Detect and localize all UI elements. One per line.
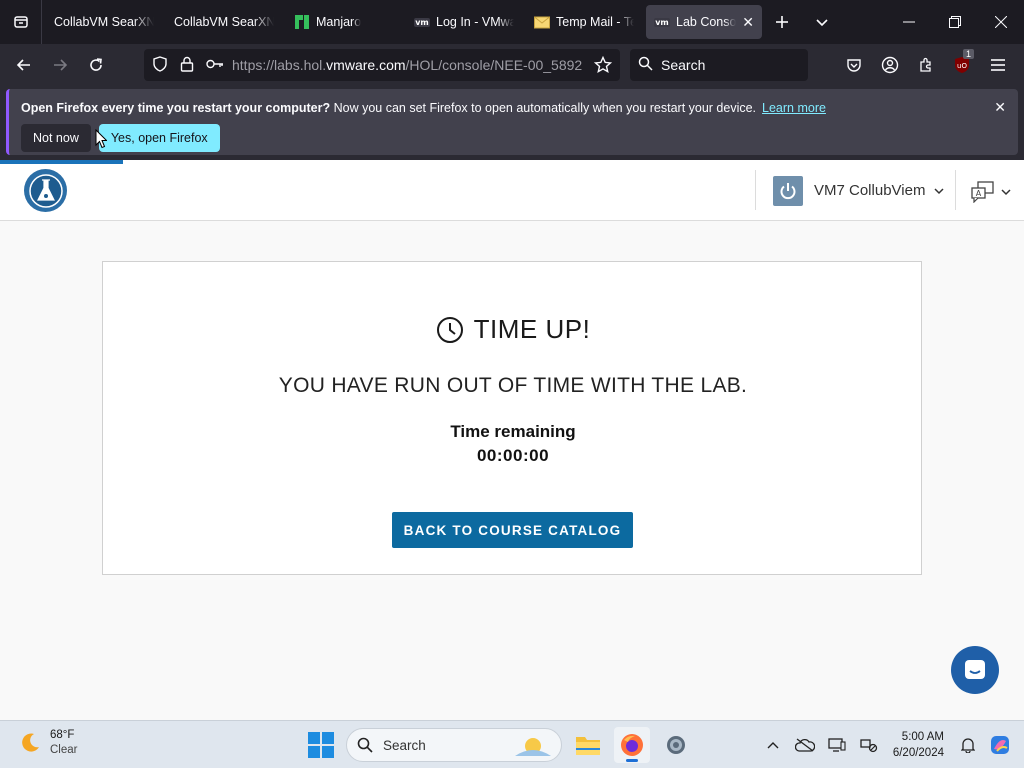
tab-manjaro[interactable]: Manjaro [286, 5, 402, 39]
back-arrow-icon[interactable] [6, 49, 42, 81]
time-up-card: TIME UP! YOU HAVE RUN OUT OF TIME WITH T… [102, 261, 922, 575]
time-up-heading: TIME UP! [103, 314, 923, 345]
mouse-cursor-icon [95, 129, 107, 149]
learn-more-link[interactable]: Learn more [762, 101, 826, 115]
lab-progress-bar [0, 160, 123, 164]
new-tab-icon[interactable] [762, 0, 802, 44]
tab-title: Lab Console [676, 15, 737, 29]
chat-icon [965, 660, 985, 679]
search-icon [357, 737, 373, 753]
vm-favicon-icon: vm [414, 17, 430, 27]
tab-list-icon[interactable] [0, 0, 42, 44]
url-text[interactable]: https://labs.hol.vmware.com/HOL/console/… [232, 57, 582, 73]
chevron-down-icon [1001, 189, 1011, 196]
clock-icon [436, 316, 463, 343]
restore-icon[interactable] [932, 0, 978, 44]
windows-taskbar: 68°F Clear Search 5:00 AM 6/20/2024 [0, 720, 1024, 768]
settings-gear-icon[interactable] [658, 727, 694, 763]
browser-search-input[interactable]: Search [630, 49, 808, 81]
minimize-icon[interactable] [886, 0, 932, 44]
back-to-catalog-button[interactable]: BACK TO COURSE CATALOG [392, 512, 633, 548]
time-remaining-label: Time remaining [450, 422, 576, 441]
search-highlight-icon [515, 738, 551, 756]
lab-header: VM7 CollubViem A [0, 160, 1024, 221]
search-icon [638, 56, 653, 74]
navigation-bar: https://labs.hol.vmware.com/HOL/console/… [0, 44, 1024, 86]
mail-favicon-icon [534, 14, 550, 30]
time-up-title: TIME UP! [473, 314, 591, 344]
notification-close-icon[interactable]: ✕ [994, 99, 1006, 116]
network-icon[interactable] [853, 729, 885, 761]
chevron-up-icon[interactable] [757, 729, 789, 761]
lab-logo[interactable] [24, 169, 67, 212]
extensions-icon[interactable] [908, 49, 944, 81]
clock-time: 5:00 AM [901, 731, 944, 743]
open-firefox-button[interactable]: Yes, open Firefox [98, 124, 220, 152]
display-icon[interactable] [821, 729, 853, 761]
url-bar[interactable]: https://labs.hol.vmware.com/HOL/console/… [144, 49, 620, 81]
header-divider [755, 170, 756, 210]
chat-support-button[interactable] [951, 646, 999, 694]
browser-tab-bar: CollabVM SearXNG CollabVM SearXNG Manjar… [0, 0, 1024, 44]
language-icon: A [971, 181, 994, 203]
tab-title: Manjaro [316, 15, 362, 29]
taskbar-search-input[interactable]: Search [346, 728, 562, 762]
vm-name-label: VM7 CollubViem [814, 182, 926, 199]
search-placeholder: Search [661, 57, 706, 73]
pocket-icon[interactable] [836, 49, 872, 81]
extension-badge: 1 [962, 49, 974, 59]
onedrive-icon[interactable] [789, 729, 821, 761]
shield-icon[interactable] [152, 55, 168, 75]
tab-title: Log In - VMware [436, 15, 514, 29]
out-of-time-message: YOU HAVE RUN OUT OF TIME WITH THE LAB. [278, 374, 748, 397]
notification-message: Open Firefox every time you restart your… [21, 101, 826, 115]
tab-searxng-1[interactable]: CollabVM SearXNG [46, 5, 162, 39]
clock-date: 6/20/2024 [892, 747, 944, 759]
menu-hamburger-icon[interactable] [980, 49, 1016, 81]
notification-bell-icon[interactable] [952, 729, 984, 761]
firefox-taskbar-icon[interactable] [614, 727, 650, 763]
tab-title: CollabVM SearXNG [54, 15, 154, 29]
bookmark-star-icon[interactable] [593, 55, 613, 77]
tab-lab-console[interactable]: vm Lab Console ✕ [646, 5, 762, 39]
vm-favicon-icon: vm [654, 17, 670, 27]
tab-temp-mail[interactable]: Temp Mail - Temp [526, 5, 642, 39]
key-icon[interactable] [206, 58, 224, 73]
ublock-icon[interactable]: uO 1 [944, 49, 980, 81]
tab-close-icon[interactable]: ✕ [742, 14, 754, 31]
weather-temperature: 68°F [50, 729, 75, 741]
weather-condition: Clear [50, 744, 78, 756]
not-now-button[interactable]: Not now [21, 124, 91, 152]
power-icon[interactable] [773, 176, 803, 206]
firefox-notification-bar: Open Firefox every time you restart your… [6, 89, 1018, 155]
language-button[interactable]: A [970, 180, 1014, 204]
manjaro-favicon-icon [294, 14, 310, 30]
vm-selector[interactable]: VM7 CollubViem [814, 182, 944, 199]
tab-searxng-2[interactable]: CollabVM SearXNG [166, 5, 282, 39]
chevron-down-icon [934, 188, 944, 195]
account-icon[interactable] [872, 49, 908, 81]
svg-text:A: A [976, 189, 982, 198]
forward-arrow-icon[interactable] [42, 49, 78, 81]
copilot-icon[interactable] [984, 729, 1016, 761]
header-divider [955, 170, 956, 210]
taskbar-clock[interactable]: 5:00 AM 6/20/2024 [893, 729, 944, 761]
lock-icon[interactable] [180, 56, 194, 75]
close-window-icon[interactable] [978, 0, 1024, 44]
chevron-down-icon[interactable] [802, 0, 842, 44]
tab-vmware-login[interactable]: vm Log In - VMware [406, 5, 522, 39]
svg-text:uO: uO [957, 62, 967, 70]
moon-icon [22, 733, 39, 752]
windows-start-icon[interactable] [308, 732, 334, 758]
file-explorer-icon[interactable] [570, 727, 606, 763]
time-remaining-value: 00:00:00 [476, 446, 550, 465]
weather-widget[interactable]: 68°F Clear [18, 728, 77, 758]
tab-title: CollabVM SearXNG [174, 15, 274, 29]
reload-icon[interactable] [78, 49, 114, 81]
tab-title: Temp Mail - Temp [556, 15, 634, 29]
taskbar-search-placeholder: Search [383, 737, 426, 753]
